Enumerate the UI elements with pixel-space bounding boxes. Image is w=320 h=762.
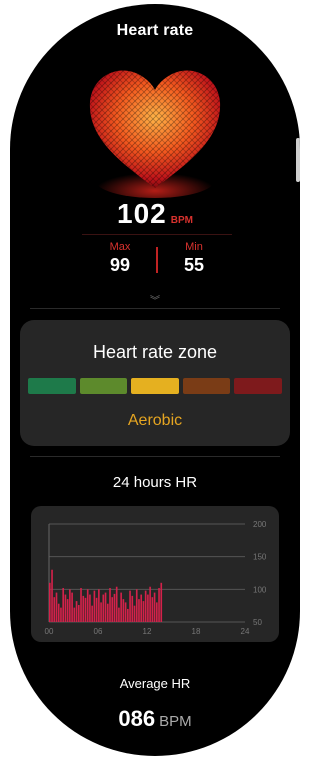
hr-bar — [147, 594, 149, 622]
max-value: 99 — [109, 255, 131, 275]
x-tick-label: 24 — [241, 627, 250, 636]
hr-bar — [127, 608, 129, 622]
divider — [30, 308, 280, 309]
hr-bar — [138, 599, 140, 622]
chevron-down-icon[interactable]: ︾ — [10, 292, 300, 307]
hr-bar — [71, 592, 73, 622]
average-hr: 086 BPM — [10, 706, 300, 732]
hr-bar — [124, 602, 127, 622]
hr-bar — [51, 569, 53, 622]
hr-bar — [113, 593, 116, 622]
min-value: 55 — [183, 255, 205, 275]
hr-bar — [77, 605, 80, 622]
average-hr-label: Average HR — [119, 676, 191, 691]
hr-bar — [82, 595, 85, 622]
hr-bar — [155, 602, 158, 622]
hr-bar — [69, 589, 71, 622]
hr-bar — [153, 592, 156, 622]
hr-bar — [73, 607, 76, 622]
heart-rate-zone-card[interactable]: Heart rate zone Aerobic — [20, 320, 290, 446]
hr-bar — [158, 588, 160, 622]
hr-bar — [66, 599, 69, 622]
min-label: Min — [185, 241, 203, 253]
hr-bar — [102, 594, 105, 622]
hr-bar — [111, 597, 114, 622]
zone-bar-fat-burn — [79, 378, 128, 394]
hr-bar — [62, 588, 65, 622]
hr-bar — [84, 597, 87, 622]
zone-bars — [28, 378, 282, 394]
x-tick-label: 12 — [143, 627, 152, 636]
hr-bar — [93, 590, 96, 622]
hr-bar — [100, 602, 102, 622]
hr-bar — [95, 597, 98, 622]
hr-bar — [140, 594, 143, 622]
min-block: Min 55 — [164, 241, 224, 276]
hr-bar — [144, 590, 147, 622]
hr-bar — [122, 599, 125, 622]
hr-bar — [109, 588, 111, 622]
hr-bar — [160, 582, 163, 622]
y-tick-label: 150 — [253, 553, 267, 562]
hr-bar — [57, 603, 60, 622]
hr-bar — [104, 592, 107, 622]
x-tick-label: 00 — [45, 627, 54, 636]
page-title: Heart rate — [116, 22, 194, 39]
hr-bar — [98, 589, 100, 622]
hr-bar — [129, 590, 131, 622]
hr-bar — [115, 586, 118, 622]
hr-bar — [151, 597, 154, 622]
hr-bar — [133, 605, 136, 622]
zone-bar-extreme — [234, 378, 282, 394]
hr-bar — [106, 603, 109, 622]
hr-bar — [60, 607, 62, 622]
y-tick-label: 50 — [253, 618, 262, 627]
watch-screen: Heart rate 102 BPM Max 99 Min 55 ︾ Heart… — [10, 4, 300, 756]
y-tick-label: 100 — [253, 585, 267, 594]
hr-bar — [80, 588, 82, 622]
scroll-indicator[interactable] — [296, 138, 300, 182]
hr-bar — [149, 586, 151, 622]
y-tick-label: 200 — [253, 520, 267, 529]
current-heart-rate: 102 BPM — [10, 198, 300, 230]
hr-bar — [91, 605, 93, 622]
hr-bar — [118, 607, 120, 622]
hr-bar — [89, 594, 91, 622]
zone-bar-warm-up — [28, 378, 76, 394]
daily-hr-title: 24 hours HR — [112, 474, 198, 491]
hr-bar — [86, 589, 89, 622]
min-max-panel: Max 99 Min 55 — [82, 234, 232, 283]
zone-current-label: Aerobic — [127, 412, 183, 429]
hr-bar — [120, 592, 122, 622]
hr-bar — [135, 589, 138, 622]
min-max-divider — [156, 247, 158, 273]
hr-bar — [53, 597, 56, 622]
hr-bar — [49, 582, 51, 622]
bpm-value: 102 — [117, 198, 167, 229]
max-block: Max 99 — [90, 241, 150, 276]
zone-title: Heart rate zone — [92, 342, 218, 362]
average-hr-unit: BPM — [159, 713, 192, 730]
heart-icon — [60, 50, 250, 200]
divider — [30, 456, 280, 457]
x-tick-label: 06 — [94, 627, 103, 636]
hr-bar — [75, 601, 78, 622]
hr-bar — [64, 594, 67, 622]
zone-bar-aerobic — [131, 378, 179, 394]
hr-bar — [55, 592, 58, 622]
daily-hr-chart-svg: 200 150 100 50 00 06 12 18 24 — [45, 520, 267, 636]
average-hr-value: 086 — [118, 706, 156, 731]
daily-hr-chart[interactable]: 200 150 100 50 00 06 12 18 24 — [31, 506, 279, 642]
x-tick-label: 18 — [192, 627, 201, 636]
bpm-unit: BPM — [170, 215, 193, 226]
zone-bar-anaerobic — [182, 378, 231, 394]
hr-bar — [131, 595, 134, 622]
max-label: Max — [109, 241, 131, 253]
hr-bar — [142, 601, 145, 622]
